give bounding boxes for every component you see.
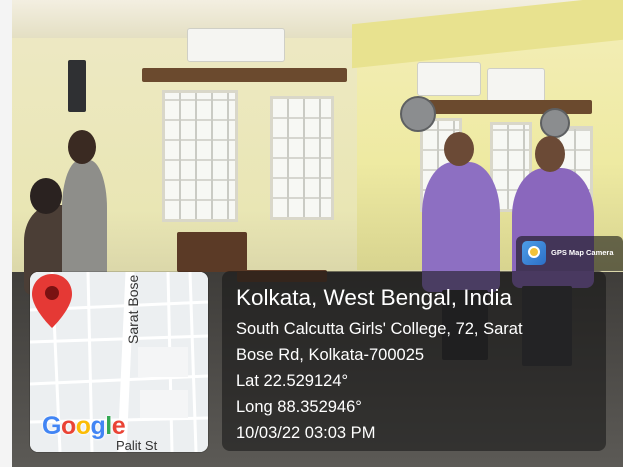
google-logo-letter: o [60,412,76,440]
chair [177,232,247,272]
address-line-1: South Calcutta Girls' College, 72, Sarat [236,320,523,338]
gps-camera-icon [522,241,546,265]
location-info-card: Kolkata, West Bengal, India South Calcut… [222,271,606,451]
man-head [535,136,565,172]
google-logo-letter: o [75,412,91,440]
left-border [0,0,12,467]
window [270,96,334,220]
latitude: Lat 22.529124° [236,372,349,390]
street-label-vertical: Sarat Bose [125,274,141,344]
man-head [444,132,474,166]
street-label-bottom: Palit St [116,438,158,452]
badge-label: GPS Map Camera [551,248,614,257]
location-pin-icon [32,274,72,328]
wall-fan [540,108,570,138]
map-thumbnail: Sarat Bose Google Palit St [30,272,208,452]
air-conditioner [487,68,545,102]
google-logo: Google [42,412,126,441]
wall-fan [400,96,436,132]
google-logo-letter: e [111,412,126,440]
standing-student [62,160,107,280]
curtain-rod [422,100,592,114]
curtain-rod [142,68,347,82]
student-head [30,178,62,214]
air-conditioner [417,62,481,96]
google-logo-letter: g [90,412,106,440]
location-title: Kolkata, West Bengal, India [236,285,512,310]
longitude: Long 88.352946° [236,398,362,416]
timestamp: 10/03/22 03:03 PM [236,424,376,442]
wall-speaker [68,60,86,112]
gps-map-camera-badge: GPS Map Camera [516,236,623,271]
air-conditioner [187,28,285,62]
address-line-2: Bose Rd, Kolkata-700025 [236,346,425,364]
student-head [68,130,96,164]
google-logo-letter: G [42,412,61,440]
window [162,90,238,222]
